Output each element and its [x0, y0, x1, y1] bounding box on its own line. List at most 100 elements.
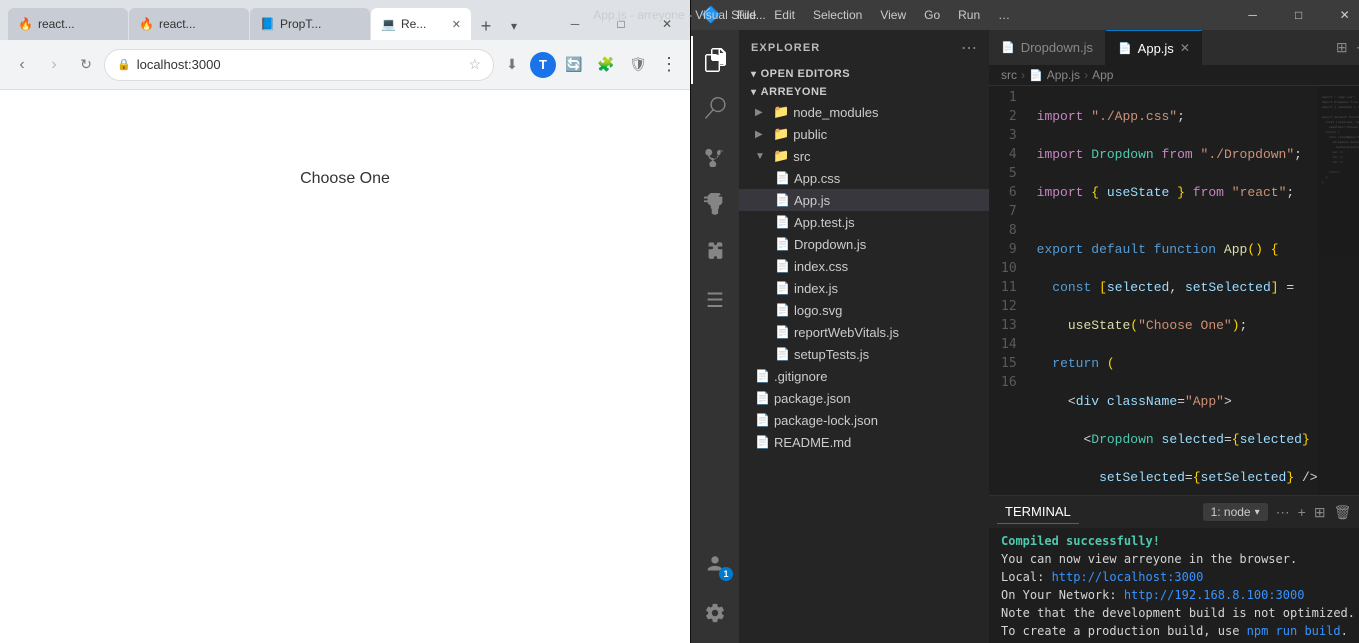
- menu-edit[interactable]: Edit: [766, 6, 803, 24]
- code-lines[interactable]: import "./App.css"; import Dropdown from…: [1029, 86, 1318, 495]
- activity-panel[interactable]: ☰: [691, 276, 739, 324]
- app-test-label: App.test.js: [794, 215, 855, 230]
- browser-tab-3[interactable]: 📘 PropT...: [250, 8, 370, 40]
- tab4-close[interactable]: ✕: [452, 18, 461, 31]
- address-bar[interactable]: 🔒 ☆: [104, 49, 494, 81]
- sidebar-title: EXPLORER: [751, 42, 820, 54]
- index-css-label: index.css: [794, 259, 848, 274]
- public-label: public: [793, 127, 827, 142]
- browser-tab-2[interactable]: 🔥 react...: [129, 8, 249, 40]
- index-js-label: index.js: [794, 281, 838, 296]
- windows-container: 🔥 react... 🔥 react... 📘 PropT... 💻 Re...: [0, 0, 1359, 643]
- vscode-titlebar: 🔷 File Edit Selection View Go Run … App.…: [691, 0, 1359, 30]
- terminal: TERMINAL 1: node ▾ ⋯ + ⊞ 🗑 ∧: [989, 495, 1359, 643]
- tab1-label: react...: [38, 17, 118, 31]
- menu-run[interactable]: Run: [950, 6, 988, 24]
- terminal-tab-active[interactable]: TERMINAL: [997, 500, 1079, 524]
- tree-item-dropdown[interactable]: 📄 Dropdown.js: [739, 233, 989, 255]
- tree-item-logo[interactable]: 📄 logo.svg: [739, 299, 989, 321]
- more-tabs-icon[interactable]: ⋯: [1356, 39, 1359, 56]
- menu-selection[interactable]: Selection: [805, 6, 870, 24]
- tab-overflow-btn[interactable]: ▾: [500, 12, 528, 40]
- activity-run-debug[interactable]: [691, 180, 739, 228]
- win-minimize[interactable]: ─: [552, 8, 598, 40]
- tree-item-report[interactable]: 📄 reportWebVitals.js: [739, 321, 989, 343]
- address-input[interactable]: [137, 57, 463, 72]
- open-editors-section[interactable]: ▾ OPEN EDITORS: [739, 65, 989, 83]
- tree-item-package-lock[interactable]: 📄 package-lock.json: [739, 409, 989, 431]
- editor-tab-right-actions: ⊞ ⋯: [1336, 39, 1359, 56]
- tree-item-index-css[interactable]: 📄 index.css: [739, 255, 989, 277]
- sync-icon[interactable]: 🔄: [560, 51, 588, 79]
- dropdown-tab-label: Dropdown.js: [1021, 40, 1093, 55]
- setup-label: setupTests.js: [794, 347, 869, 362]
- back-btn[interactable]: ‹: [8, 51, 36, 79]
- report-label: reportWebVitals.js: [794, 325, 899, 340]
- activity-search[interactable]: [691, 84, 739, 132]
- breadcrumb-appjs[interactable]: App.js: [1047, 68, 1080, 82]
- terminal-content[interactable]: Compiled successfully! You can now view …: [989, 528, 1359, 643]
- win-minimize-vscode[interactable]: ─: [1230, 0, 1276, 30]
- editor-tab-dropdown[interactable]: 📄 Dropdown.js: [989, 30, 1106, 65]
- activity-source-control[interactable]: [691, 132, 739, 180]
- tab4-icon: 💻: [381, 17, 396, 31]
- arreyone-section[interactable]: ▾ ARREYONE: [739, 83, 989, 101]
- menu-go[interactable]: Go: [916, 6, 948, 24]
- tab-bar: 🔥 react... 🔥 react... 📘 PropT... 💻 Re...: [0, 0, 690, 40]
- breadcrumb-src[interactable]: src: [1001, 68, 1017, 82]
- tree-item-app-css[interactable]: 📄 App.css: [739, 167, 989, 189]
- tree-item-setup[interactable]: 📄 setupTests.js: [739, 343, 989, 365]
- breadcrumb-app[interactable]: App: [1092, 68, 1113, 82]
- browser-nav-bar: ‹ › ↻ 🔒 ☆ ⬇ T 🔄 🧩 🛡 ⋮: [0, 40, 690, 90]
- terminal-trash-btn[interactable]: 🗑: [1334, 504, 1352, 521]
- app-file-icon: 📄: [1118, 42, 1132, 55]
- sidebar-more-btn[interactable]: ⋯: [961, 38, 977, 58]
- star-icon[interactable]: ☆: [468, 56, 481, 73]
- sidebar: EXPLORER ⋯ ▾ OPEN EDITORS ▾ ARREYONE: [739, 30, 989, 643]
- win-restore-vscode[interactable]: □: [1276, 0, 1322, 30]
- app-tab-close[interactable]: ✕: [1180, 41, 1190, 55]
- tree-item-app-js[interactable]: 📄 App.js: [739, 189, 989, 211]
- code-editor[interactable]: 12345 678910 1112131415 16 import "./App…: [989, 86, 1359, 495]
- menu-view[interactable]: View: [872, 6, 914, 24]
- tab1-icon: 🔥: [18, 17, 33, 31]
- download-icon[interactable]: ⬇: [498, 51, 526, 79]
- win-close-vscode[interactable]: ✕: [1322, 0, 1359, 30]
- reload-btn[interactable]: ↻: [72, 51, 100, 79]
- activity-bar: ☰ 1: [691, 30, 739, 643]
- tree-item-src[interactable]: ▼ 📁 src: [739, 145, 989, 167]
- tree-item-readme[interactable]: 📄 README.md: [739, 431, 989, 453]
- gitignore-label: .gitignore: [774, 369, 827, 384]
- split-editor-icon[interactable]: ⊞: [1336, 39, 1348, 56]
- activity-explorer[interactable]: [691, 36, 739, 84]
- sidebar-header: EXPLORER ⋯: [739, 30, 989, 65]
- editor-panel: 📄 Dropdown.js 📄 App.js ✕ ⊞ ⋯: [989, 30, 1359, 643]
- tree-item-app-test[interactable]: 📄 App.test.js: [739, 211, 989, 233]
- tree-item-public[interactable]: ▶ 📁 public: [739, 123, 989, 145]
- terminal-selector[interactable]: 1: node ▾: [1203, 503, 1268, 521]
- puzzle-icon[interactable]: 🛡: [624, 51, 652, 79]
- activity-extensions[interactable]: [691, 228, 739, 276]
- tab3-icon: 📘: [260, 17, 275, 31]
- browser-tab-4[interactable]: 💻 Re... ✕: [371, 8, 471, 40]
- line-numbers: 12345 678910 1112131415 16: [989, 86, 1029, 495]
- app-css-label: App.css: [794, 171, 840, 186]
- terminal-add-btn[interactable]: +: [1298, 504, 1306, 520]
- tree-item-index-js[interactable]: 📄 index.js: [739, 277, 989, 299]
- forward-btn[interactable]: ›: [40, 51, 68, 79]
- menu-icon[interactable]: ⋮: [656, 54, 682, 75]
- browser-tab-1[interactable]: 🔥 react...: [8, 8, 128, 40]
- readme-label: README.md: [774, 435, 851, 450]
- menu-more[interactable]: …: [990, 6, 1018, 24]
- new-tab-btn[interactable]: +: [472, 12, 500, 40]
- extension-icon[interactable]: 🧩: [592, 51, 620, 79]
- tree-item-package[interactable]: 📄 package.json: [739, 387, 989, 409]
- profile-avatar[interactable]: T: [530, 52, 556, 78]
- tree-item-node-modules[interactable]: ▶ 📁 node_modules: [739, 101, 989, 123]
- activity-settings[interactable]: [691, 589, 739, 637]
- tree-item-gitignore[interactable]: 📄 .gitignore: [739, 365, 989, 387]
- terminal-split-btn[interactable]: ⊞: [1314, 504, 1326, 521]
- editor-tab-app[interactable]: 📄 App.js ✕: [1106, 30, 1202, 65]
- activity-account[interactable]: 1: [691, 541, 739, 589]
- terminal-more-btn[interactable]: ⋯: [1276, 504, 1290, 521]
